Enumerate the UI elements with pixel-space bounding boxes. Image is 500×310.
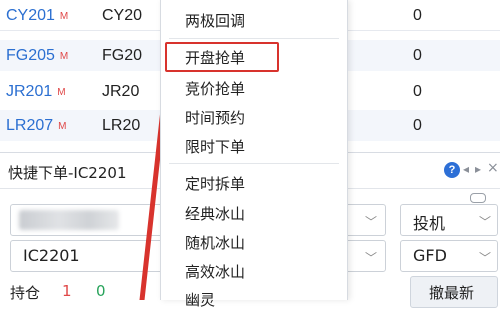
menu-separator [169,163,339,164]
instrument-name: JR20 [102,83,140,100]
time-in-force-select[interactable]: GFD ﹀ [400,240,498,272]
chevron-down-icon: ﹀ [479,251,492,265]
chevron-down-icon: ﹀ [479,215,492,229]
strategy-menu: 两极回调 开盘抢单 竞价抢单 时间预约 限时下单 定时拆单 经典冰山 随机冰山 … [160,0,348,309]
speculation-select[interactable]: 投机 ﹀ [400,204,498,236]
menu-item-two-pole-callback[interactable]: 两极回调 [185,10,245,31]
help-icon[interactable]: ? [444,162,460,178]
main-contract-mark: M [59,51,69,62]
menu-separator [169,38,339,39]
instrument-value: IC2201 [23,246,80,265]
instrument-code[interactable]: CY201 M [6,7,68,25]
chevron-down-icon: ﹀ [365,251,378,265]
cell-value: 0 [413,83,422,100]
position-long: 1 [62,282,72,300]
chevron-right-icon[interactable]: ▸ [475,162,481,176]
panel-title: 快捷下单-IC2201 [8,164,127,182]
cell-value: 0 [413,47,422,64]
tif-value: GFD [413,246,447,265]
close-icon[interactable]: × [487,160,499,176]
menu-item-auction-grab[interactable]: 竞价抢单 [185,78,245,99]
menu-item-timed-split[interactable]: 定时拆单 [185,173,245,194]
main-contract-mark: M [59,11,69,22]
menu-item-time-reservation[interactable]: 时间预约 [185,107,245,128]
instrument-name: CY20 [102,7,143,24]
instrument-name: LR20 [102,117,141,134]
cell-value: 0 [413,7,422,24]
speculation-value: 投机 [413,214,446,233]
cancel-latest-button[interactable]: 撤最新 [410,276,498,308]
menu-item-random-iceberg[interactable]: 随机冰山 [185,232,245,253]
chevron-down-icon: ﹀ [365,215,378,229]
menu-item-open-grab[interactable]: 开盘抢单 [185,47,245,68]
chevron-left-icon[interactable]: ◂ [463,162,469,176]
instrument-code[interactable]: LR207 M [6,117,67,135]
position-short: 0 [96,282,106,300]
menu-item-time-limit-order[interactable]: 限时下单 [185,136,245,157]
menu-item-efficient-iceberg[interactable]: 高效冰山 [185,261,245,282]
instrument-code[interactable]: JR201 M [6,83,66,101]
blurred-account [19,210,119,230]
link-icon[interactable] [470,193,486,203]
instrument-code[interactable]: FG205 M [6,47,68,65]
cell-value: 0 [413,117,422,134]
main-contract-mark: M [57,87,66,98]
instrument-name: FG20 [102,47,143,64]
menu-item-classic-iceberg[interactable]: 经典冰山 [185,203,245,224]
main-contract-mark: M [58,121,67,132]
